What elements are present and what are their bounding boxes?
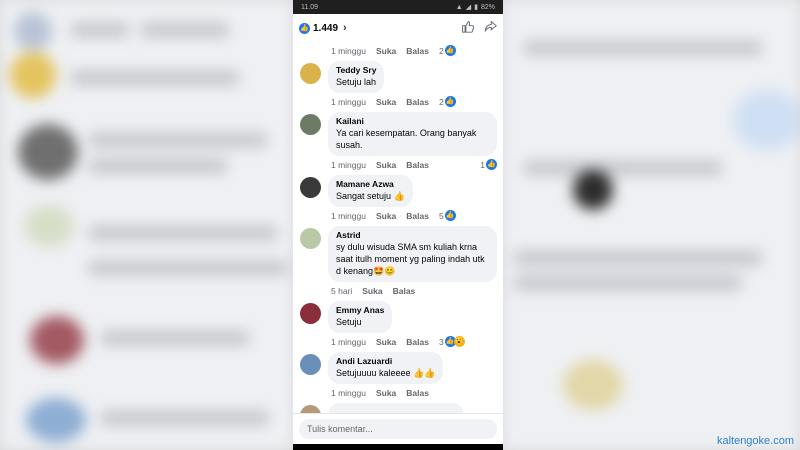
like-reaction-icon: 👍 — [486, 159, 497, 170]
wow-reaction-icon: 😮 — [453, 336, 465, 347]
comment: Andi Lazuardi Setujuuuu kaleeee 👍👍 — [293, 352, 503, 384]
share-icon[interactable] — [484, 20, 497, 36]
reply-button[interactable]: Balas — [406, 337, 429, 347]
comment-input[interactable]: Tulis komentar... — [299, 419, 497, 439]
signal-icon: ▲ — [455, 3, 463, 11]
comment-time: 5 hari — [331, 285, 353, 296]
comment-meta: 1 minggu Suka Balas 2 👍 — [293, 42, 503, 59]
reaction-count-badge[interactable]: 1 👍 — [480, 159, 503, 170]
commenter-name[interactable]: Kailani — [336, 116, 489, 126]
comment: Astrid sy dulu wisuda SMA sm kuliah krna… — [293, 226, 503, 282]
reaction-number: 3 — [438, 336, 444, 347]
like-button[interactable]: Suka — [376, 160, 396, 170]
status-time: 11.09 — [301, 3, 318, 11]
like-reaction-icon: 👍 — [444, 210, 456, 221]
like-button[interactable]: Suka — [362, 286, 382, 296]
reaction-count-badge[interactable]: 2 👍 — [439, 45, 456, 56]
avatar[interactable] — [300, 63, 321, 84]
comment-text: sy dulu wisuda SMA sm kuliah krna saat i… — [336, 242, 485, 276]
like-reaction-icon: 👍 — [444, 45, 456, 56]
reply-button[interactable]: Balas — [406, 97, 429, 107]
reply-button[interactable]: Balas — [406, 211, 429, 221]
reply-button[interactable]: Balas — [406, 46, 429, 56]
commenter-name[interactable]: Andi Lazuardi — [336, 356, 435, 366]
like-button[interactable]: Suka — [376, 97, 396, 107]
phone-screen: 11.09 ▲ ◢ ▮ 82% 👍 1.449 › 1 minggu Suka — [293, 0, 503, 450]
comment-time: 1 minggu — [331, 45, 366, 56]
avatar[interactable] — [300, 114, 321, 135]
like-button[interactable]: Suka — [376, 211, 396, 221]
comment-bubble[interactable]: Mamane Azwa Sangat setuju 👍 — [328, 175, 413, 207]
comment-meta: 1 minggu Suka Balas 1 👍 — [293, 156, 503, 173]
comment-list[interactable]: 1 minggu Suka Balas 2 👍 Teddy Sry Setuju… — [293, 42, 503, 414]
comment-text: Setujuuuu kaleeee 👍👍 — [336, 368, 436, 378]
reply-button[interactable]: Balas — [406, 160, 429, 170]
watermark: kaltengoke.com — [716, 435, 794, 447]
comment-bubble[interactable]: Emmy Anas Setuju — [328, 301, 393, 333]
reaction-count-badge[interactable]: 5 👍 — [439, 210, 456, 221]
avatar[interactable] — [300, 177, 321, 198]
blurred-right-panel — [503, 0, 800, 450]
avatar[interactable] — [300, 303, 321, 324]
comment-time: 1 minggu — [331, 159, 366, 170]
comment-time: 1 minggu — [331, 336, 366, 347]
comment: Teddy Sry Setuju lah — [293, 61, 503, 93]
commenter-name[interactable]: Mamane Azwa — [336, 179, 405, 189]
status-bar: 11.09 ▲ ◢ ▮ 82% — [293, 0, 503, 14]
comment-bubble[interactable]: Astrid sy dulu wisuda SMA sm kuliah krna… — [328, 226, 497, 282]
comment: Mamane Azwa Sangat setuju 👍 — [293, 175, 503, 207]
reaction-count-badge[interactable]: 3 👍 😮 — [439, 336, 465, 347]
post-header: 👍 1.449 › — [293, 14, 503, 42]
comment-bubble[interactable]: Andi Lazuardi Setujuuuu kaleeee 👍👍 — [328, 352, 444, 384]
battery-icon: ▮ — [474, 4, 478, 11]
comment-text: Setuju — [336, 317, 362, 327]
comment-meta: 1 minggu Suka Balas 3 👍 😮 — [293, 333, 503, 350]
status-icons: ▲ ◢ ▮ 82% — [455, 3, 495, 12]
comment-meta: 5 hari Suka Balas — [293, 282, 503, 299]
commenter-name[interactable]: Astrid — [336, 230, 489, 240]
reaction-number: 2 — [438, 45, 444, 56]
avatar[interactable] — [300, 228, 321, 249]
like-reaction-icon: 👍 — [299, 22, 310, 34]
like-button[interactable]: Suka — [376, 337, 396, 347]
comment-text: Setuju lah — [336, 77, 377, 87]
comment-meta: 1 minggu Suka Balas 5 👍 — [293, 207, 503, 224]
comment-bubble[interactable]: Kailani Ya cari kesempatan. Orang banyak… — [328, 112, 497, 156]
like-button[interactable]: Suka — [376, 388, 396, 398]
commenter-name[interactable]: Teddy Sry — [336, 65, 376, 75]
reply-button[interactable]: Balas — [406, 388, 429, 398]
like-reaction-icon: 👍 — [444, 96, 456, 107]
comment: Kailani Ya cari kesempatan. Orang banyak… — [293, 112, 503, 156]
reply-button[interactable]: Balas — [393, 286, 416, 296]
reaction-number: 1 — [480, 159, 485, 170]
comment-meta: 1 minggu Suka Balas — [293, 384, 503, 401]
comment-meta: 1 minggu Suka Balas 2 👍 — [293, 93, 503, 110]
wifi-icon: ◢ — [465, 4, 472, 11]
commenter-name[interactable]: Emmy Anas — [336, 305, 384, 315]
comment-bubble[interactable]: Teddy Sry Setuju lah — [328, 61, 385, 93]
like-button[interactable]: Suka — [376, 46, 396, 56]
reaction-number: 2 — [438, 96, 444, 107]
like-outline-icon[interactable] — [461, 20, 475, 36]
system-nav-bar — [293, 444, 503, 450]
reaction-count-badge[interactable]: 2 👍 — [439, 96, 456, 107]
comment-composer: Tulis komentar... — [293, 413, 503, 444]
avatar[interactable] — [300, 354, 321, 375]
blurred-left-panel — [0, 0, 293, 450]
comment-text: Ya cari kesempatan. Orang banyak susah. — [336, 128, 477, 150]
comment: Emmy Anas Setuju — [293, 301, 503, 333]
reaction-number: 5 — [438, 210, 444, 221]
header-actions — [461, 20, 497, 36]
reaction-count: 1.449 — [313, 22, 339, 34]
reaction-summary[interactable]: 👍 1.449 › — [299, 22, 347, 34]
comment-time: 1 minggu — [331, 387, 366, 398]
chevron-right-icon: › — [343, 22, 347, 34]
comment-text: Sangat setuju 👍 — [336, 191, 405, 201]
comment-time: 1 minggu — [331, 210, 366, 221]
battery-percent: 82% — [480, 3, 495, 11]
comment-time: 1 minggu — [331, 96, 366, 107]
